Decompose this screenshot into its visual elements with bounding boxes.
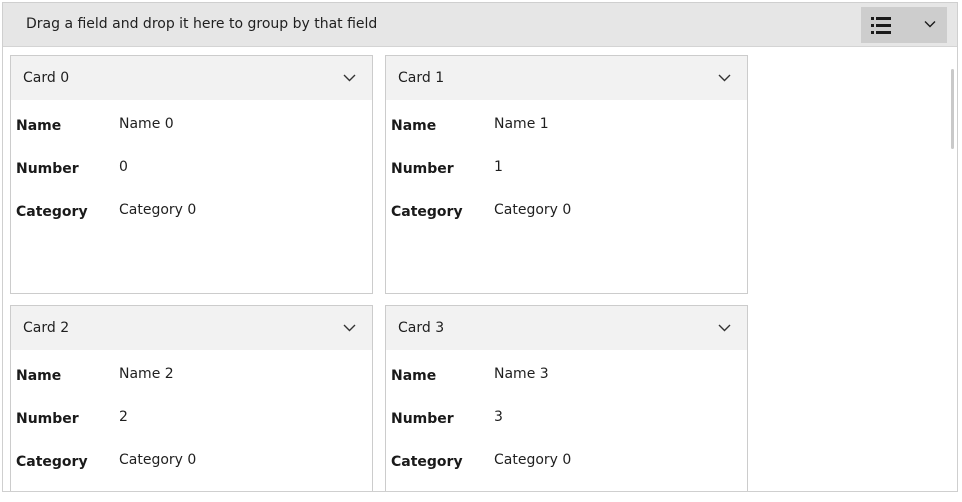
- chevron-down-icon[interactable]: [343, 74, 356, 82]
- card-3: Card 3 Name Name 3 Number 3 Category Cat…: [385, 305, 748, 491]
- group-by-panel[interactable]: Drag a field and drop it here to group b…: [3, 3, 957, 47]
- card-header[interactable]: Card 3: [386, 306, 747, 350]
- field-label-category: Category: [16, 454, 88, 470]
- field-label-category: Category: [391, 454, 463, 470]
- card-1: Card 1 Name Name 1 Number 1 Category Cat…: [385, 55, 748, 294]
- field-value-name: Name 1: [494, 116, 549, 132]
- field-label-number: Number: [16, 411, 79, 427]
- field-value-category: Category 0: [494, 452, 572, 468]
- card-title: Card 2: [23, 320, 70, 336]
- vertical-scrollbar[interactable]: [951, 69, 954, 149]
- field-value-category: Category 0: [494, 202, 572, 218]
- card-title: Card 1: [398, 70, 445, 86]
- view-mode-dropdown[interactable]: [861, 7, 947, 43]
- field-value-number: 1: [494, 159, 503, 175]
- field-value-name: Name 0: [119, 116, 174, 132]
- field-value-number: 2: [119, 409, 128, 425]
- field-label-name: Name: [16, 118, 62, 134]
- field-label-number: Number: [16, 161, 79, 177]
- group-panel-hint: Drag a field and drop it here to group b…: [26, 16, 378, 32]
- field-label-name: Name: [391, 368, 437, 384]
- field-label-category: Category: [391, 204, 463, 220]
- card-2: Card 2 Name Name 2 Number 2 Category Cat…: [10, 305, 373, 491]
- card-header[interactable]: Card 0: [11, 56, 372, 100]
- card-header[interactable]: Card 1: [386, 56, 747, 100]
- field-label-name: Name: [16, 368, 62, 384]
- field-label-name: Name: [391, 118, 437, 134]
- field-value-category: Category 0: [119, 202, 197, 218]
- field-value-number: 0: [119, 159, 128, 175]
- chevron-down-icon[interactable]: [718, 324, 731, 332]
- chevron-down-icon[interactable]: [343, 324, 356, 332]
- card-title: Card 0: [23, 70, 70, 86]
- field-label-number: Number: [391, 411, 454, 427]
- chevron-down-icon[interactable]: [718, 74, 731, 82]
- card-0: Card 0 Name Name 0 Number 0 Category Cat…: [10, 55, 373, 294]
- chevron-down-icon: [924, 21, 936, 28]
- field-label-number: Number: [391, 161, 454, 177]
- field-value-name: Name 2: [119, 366, 174, 382]
- card-view-control: Drag a field and drop it here to group b…: [2, 2, 958, 492]
- card-header[interactable]: Card 2: [11, 306, 372, 350]
- list-view-icon: [871, 17, 891, 34]
- field-value-name: Name 3: [494, 366, 549, 382]
- field-label-category: Category: [16, 204, 88, 220]
- field-value-category: Category 0: [119, 452, 197, 468]
- card-title: Card 3: [398, 320, 445, 336]
- field-value-number: 3: [494, 409, 503, 425]
